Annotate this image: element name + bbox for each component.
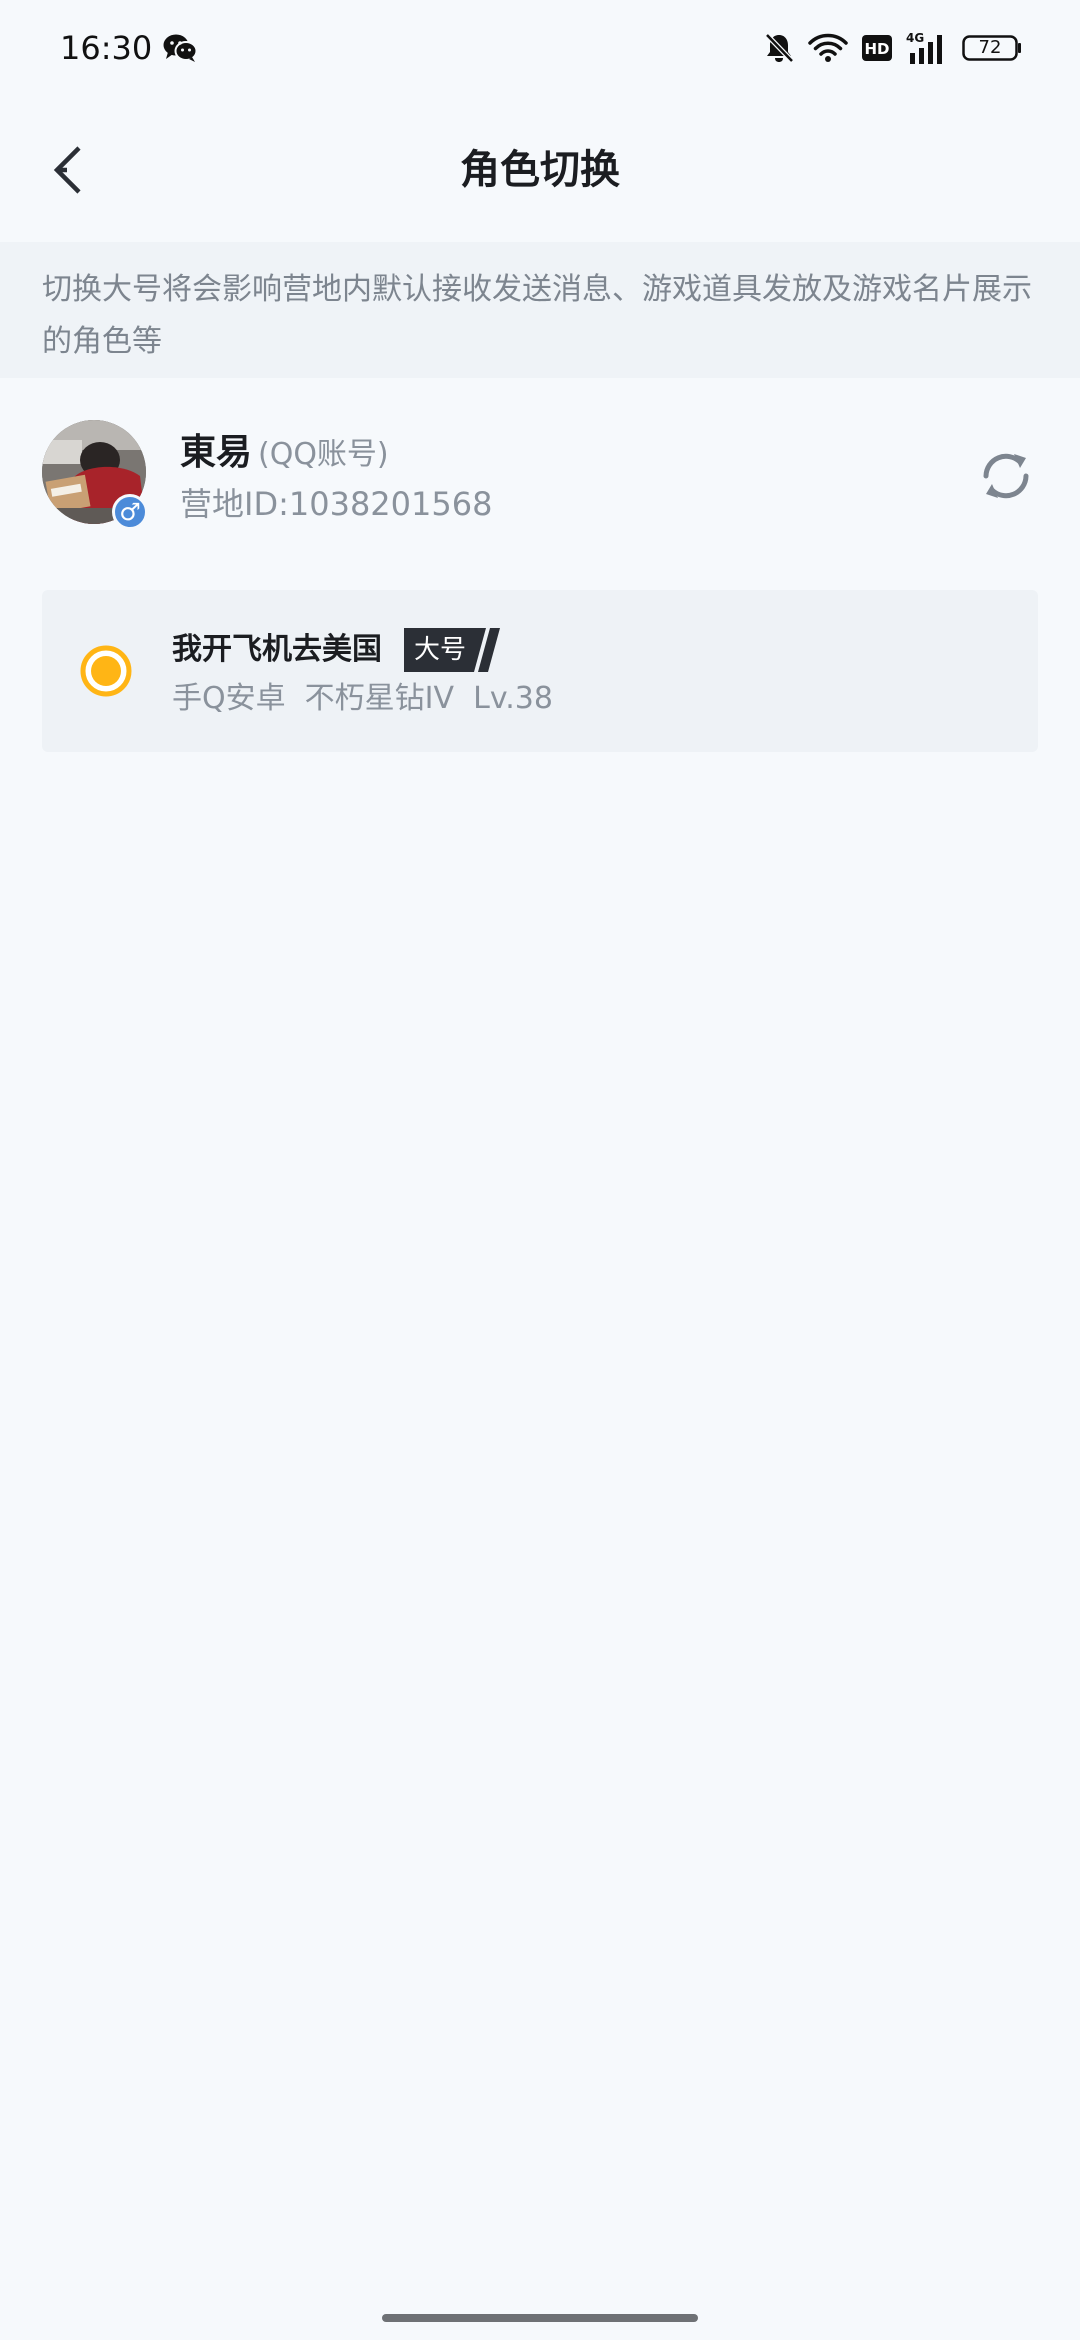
camp-id: 营地ID:1038201568 [180, 485, 493, 523]
status-time: 16:30 [60, 29, 153, 67]
bell-muted-icon [765, 33, 794, 63]
refresh-button[interactable] [976, 446, 1036, 506]
role-meta: 手Q安卓 不朽星钻IV Lv.38 [172, 681, 553, 716]
main-account-badge: 大号 [404, 628, 502, 672]
cellular-signal-icon: 4G [906, 31, 942, 64]
account-section: ♂ 東易 (QQ账号) 营地ID:1038201568 [0, 420, 1080, 530]
page-title: 角色切换 [460, 147, 620, 193]
wechat-icon [163, 34, 198, 62]
hd-icon: HD [862, 35, 892, 61]
gender-badge: ♂ [112, 494, 148, 530]
status-icons: HD 4G 72 [764, 28, 1022, 68]
main-account-badge-label: 大号 [413, 635, 466, 665]
account-type: (QQ账号) [258, 437, 389, 472]
role-card[interactable]: 我开飞机去美国 大号 手Q安卓 不朽星钻IV Lv.38 [42, 590, 1038, 752]
account-name: 東易 [180, 432, 253, 473]
role-name: 我开飞机去美国 [172, 632, 382, 667]
battery-indicator: 72 [962, 35, 1022, 61]
svg-text:4G: 4G [906, 31, 924, 45]
battery-level: 72 [978, 37, 1002, 58]
selected-radio-icon[interactable] [80, 645, 132, 697]
home-indicator[interactable] [382, 2314, 698, 2322]
refresh-icon [983, 453, 1029, 499]
svg-text:HD: HD [864, 40, 889, 58]
status-bar: 16:30 HD 4G 72 [0, 0, 1080, 96]
wifi-icon [808, 33, 848, 62]
notice-text: 切换大号将会影响营地内默认接收发送消息、游戏道具发放及游戏名片展示的角色等 [0, 242, 1080, 378]
header: 角色切换 [0, 120, 1080, 220]
